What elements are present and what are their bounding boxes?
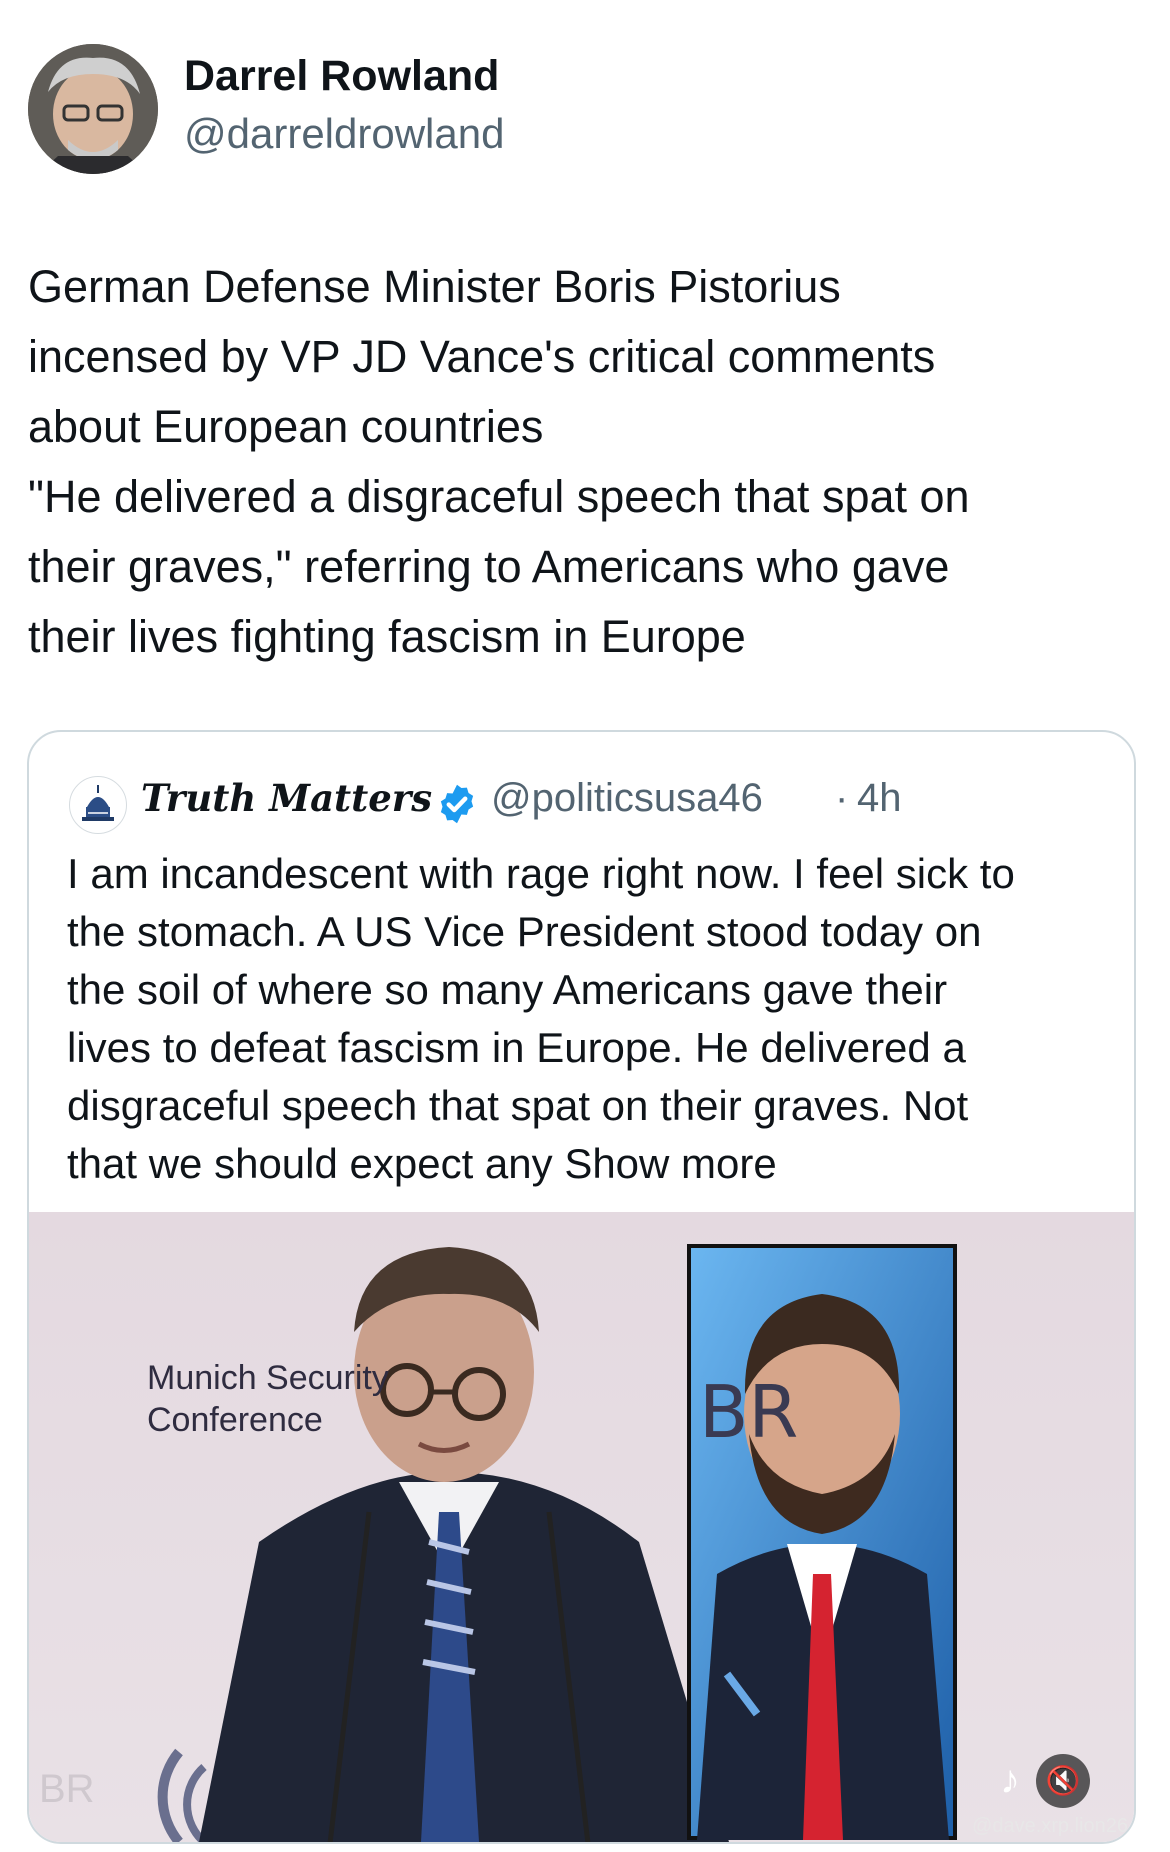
separator-dot: · <box>835 776 849 820</box>
capitol-dome-icon <box>71 778 125 832</box>
quoted-tweet-card[interactable]: Truth Matters @politicsusa46 · 4h I am i… <box>27 730 1136 1844</box>
author-handle[interactable]: @darreldrowland <box>184 110 504 158</box>
tweet-line: their lives fighting fascism in Europe <box>28 611 746 662</box>
tweet-line: "He delivered a disgraceful speech that … <box>28 471 970 522</box>
quoted-avatar[interactable] <box>69 776 127 834</box>
tweet-line: about European countries <box>28 401 544 452</box>
quoted-video[interactable]: BR Munich Security Conference BR ♪ 🔇 @da… <box>29 1212 1134 1842</box>
video-frame: BR <box>29 1212 1134 1842</box>
muted-speaker-icon: 🔇 <box>1045 1765 1081 1796</box>
tweet-text: German Defense Minister Boris Pistorius … <box>28 252 1138 672</box>
quoted-handle[interactable]: @politicsusa46 <box>491 776 763 821</box>
br-logo: BR <box>699 1370 799 1454</box>
verified-badge-icon <box>440 784 474 824</box>
tweet-line: German Defense Minister Boris Pistorius <box>28 261 841 312</box>
tweet-line: their graves," referring to Americans wh… <box>28 541 950 592</box>
quoted-line: that we should expect any Show more <box>67 1140 777 1187</box>
quoted-tweet-text: I am incandescent with rage right now. I… <box>67 845 1117 1193</box>
conference-backdrop-text: Munich Security Conference <box>147 1357 389 1441</box>
video-watermark: @dave.xrp.lion26 <box>972 1815 1128 1837</box>
inset-video <box>687 1244 957 1840</box>
quoted-line: the stomach. A US Vice President stood t… <box>67 908 982 955</box>
mute-button[interactable]: 🔇 <box>1036 1754 1090 1808</box>
quoted-line: lives to defeat fascism in Europe. He de… <box>67 1024 966 1071</box>
tweet-line: incensed by VP JD Vance's critical comme… <box>28 331 936 382</box>
backdrop-line-2: Conference <box>147 1401 323 1439</box>
svg-text:BR: BR <box>39 1767 95 1811</box>
quoted-display-name[interactable]: Truth Matters <box>141 776 432 820</box>
user-avatar[interactable] <box>28 44 158 174</box>
tiktok-logo-icon: ♪ <box>1000 1758 1020 1802</box>
quoted-timestamp[interactable]: 4h <box>857 776 902 821</box>
backdrop-line-1: Munich Security <box>147 1359 389 1397</box>
quoted-line: the soil of where so many Americans gave… <box>67 966 948 1013</box>
quoted-line: I am incandescent with rage right now. I… <box>67 850 1015 897</box>
author-display-name[interactable]: Darrel Rowland <box>184 52 499 101</box>
user-avatar-icon <box>28 44 158 174</box>
quoted-line: disgraceful speech that spat on their gr… <box>67 1082 969 1129</box>
